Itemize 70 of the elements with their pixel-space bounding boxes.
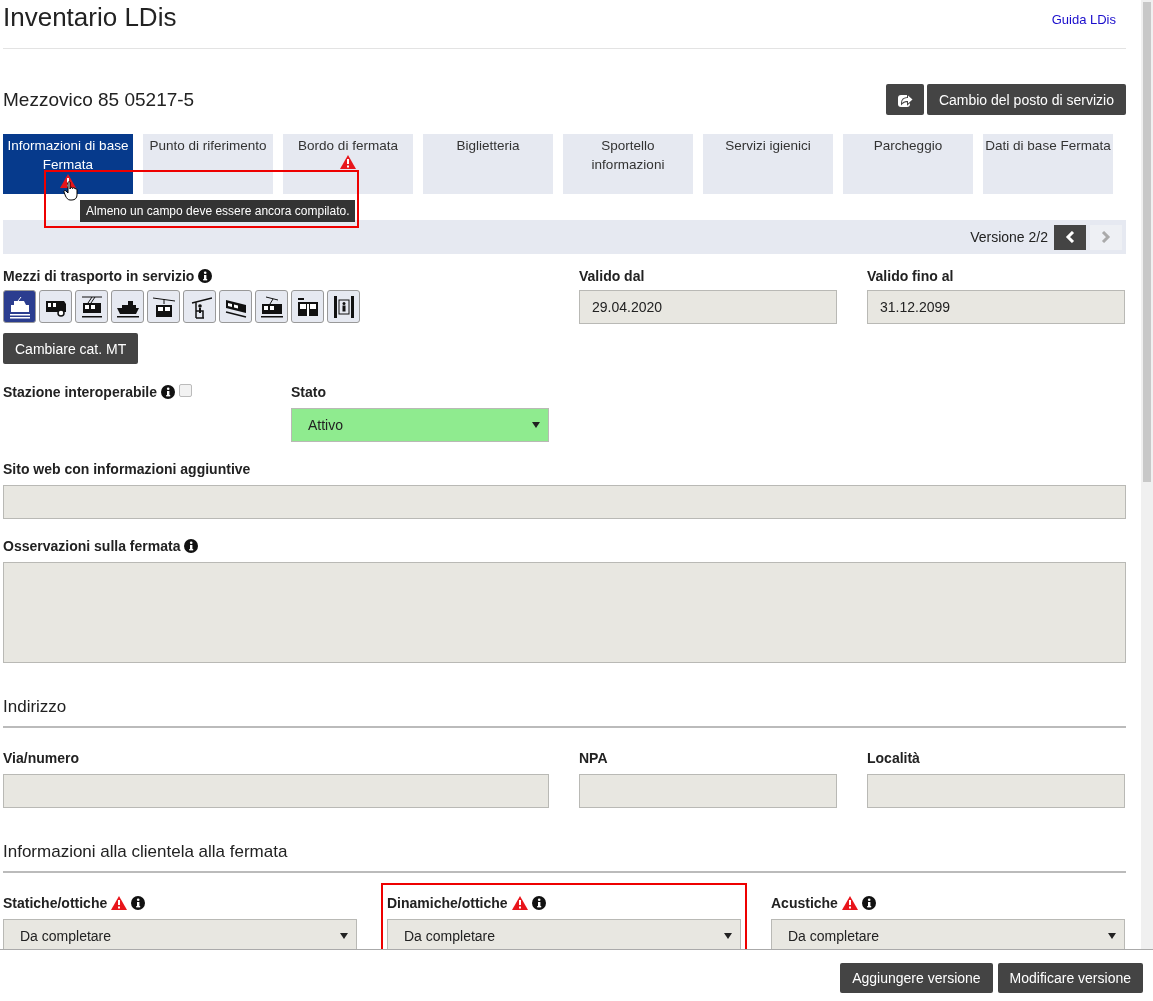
tab[interactable]: Dati di base Fermata (983, 134, 1113, 194)
metro-icon[interactable] (291, 290, 324, 323)
tab[interactable]: Parcheggio (843, 134, 973, 194)
dropdown[interactable]: Da completare (3, 919, 357, 949)
train-icon[interactable] (3, 290, 36, 323)
tab[interactable]: Bordo di fermata (283, 134, 413, 194)
change-category-button[interactable]: Cambiare cat. MT (3, 333, 139, 364)
caret-icon (532, 422, 540, 428)
previous-button[interactable] (1054, 224, 1086, 250)
field-label: Valido dal (579, 268, 645, 284)
info-icon[interactable] (861, 896, 876, 910)
caret-icon (1108, 933, 1116, 939)
caret-icon (724, 933, 732, 939)
field-label: Osservazioni sulla fermata (3, 538, 181, 554)
chevron-left-icon (1065, 231, 1075, 243)
funicular-icon[interactable] (219, 290, 252, 323)
elevator-icon[interactable] (327, 290, 360, 323)
section-title: Informazioni alla clientela alla fermata (3, 842, 1126, 873)
field-label: Mezzi di trasporto in servizio (3, 268, 195, 284)
tab[interactable]: Informazioni di base Fermata (3, 134, 133, 194)
dropdown[interactable]: Da completare (387, 919, 741, 949)
tab[interactable]: Punto di riferimento (143, 134, 273, 194)
field-label: Sito web con informazioni aggiuntive (3, 461, 251, 477)
website-field[interactable] (3, 485, 1126, 519)
address-field[interactable] (3, 774, 549, 808)
chevron-right-icon (1101, 231, 1111, 243)
field-label: NPA (579, 750, 608, 766)
field-label: Statiche/ottiche (3, 895, 108, 911)
info-icon[interactable] (198, 269, 213, 283)
section-title: Indirizzo (3, 697, 1126, 728)
field-label: Stato (291, 384, 326, 400)
share-button[interactable] (885, 84, 924, 115)
date-field[interactable]: 29.04.2020 (579, 290, 837, 324)
tab[interactable]: Servizi igienici (703, 134, 833, 194)
dropdown[interactable]: Da completare (771, 919, 1125, 949)
field-label: Valido fino al (867, 268, 954, 284)
bus-icon[interactable] (39, 290, 72, 323)
remarks-field[interactable] (3, 562, 1126, 663)
cablecar-icon[interactable] (147, 290, 180, 323)
field-label: Stazione interoperabile (3, 384, 158, 400)
trolleybus-icon[interactable] (75, 290, 108, 323)
chairlift-icon[interactable] (183, 290, 216, 323)
info-icon[interactable] (531, 896, 546, 910)
address-field[interactable] (867, 774, 1125, 808)
tooltip: Almeno un campo deve essere ancora compilato. (80, 200, 356, 222)
hand-cursor-icon (63, 181, 79, 201)
change-location-button[interactable]: Cambio del posto di servizio (926, 84, 1126, 115)
tab[interactable]: Biglietteria (423, 134, 553, 194)
date-field[interactable]: 31.12.2099 (867, 290, 1125, 324)
info-icon[interactable] (184, 539, 199, 553)
field-label: Località (867, 750, 920, 766)
help-link[interactable]: Guida LDis (1051, 12, 1116, 27)
scrollbar[interactable] (1141, 0, 1153, 949)
field-label: Via/numero (3, 750, 79, 766)
tab[interactable]: Sportello informazioni (563, 134, 693, 194)
caret-icon (340, 933, 348, 939)
version-label: Versione 2/2 (970, 229, 1048, 245)
address-field[interactable] (579, 774, 837, 808)
boat-icon[interactable] (111, 290, 144, 323)
checkbox[interactable] (179, 384, 193, 397)
info-icon[interactable] (131, 896, 146, 910)
status-dropdown[interactable]: Attivo (291, 408, 549, 442)
field-label: Acustiche (771, 895, 838, 911)
footer-button[interactable]: Aggiungere versione (840, 963, 993, 993)
field-label: Dinamiche/ottiche (387, 895, 508, 911)
footer-button[interactable]: Modificare versione (997, 963, 1143, 993)
station-name: Mezzovico 85 05217-5 (3, 88, 195, 111)
page-title: Inventario LDis (3, 1, 177, 34)
tram-icon[interactable] (255, 290, 288, 323)
info-icon[interactable] (161, 385, 176, 399)
